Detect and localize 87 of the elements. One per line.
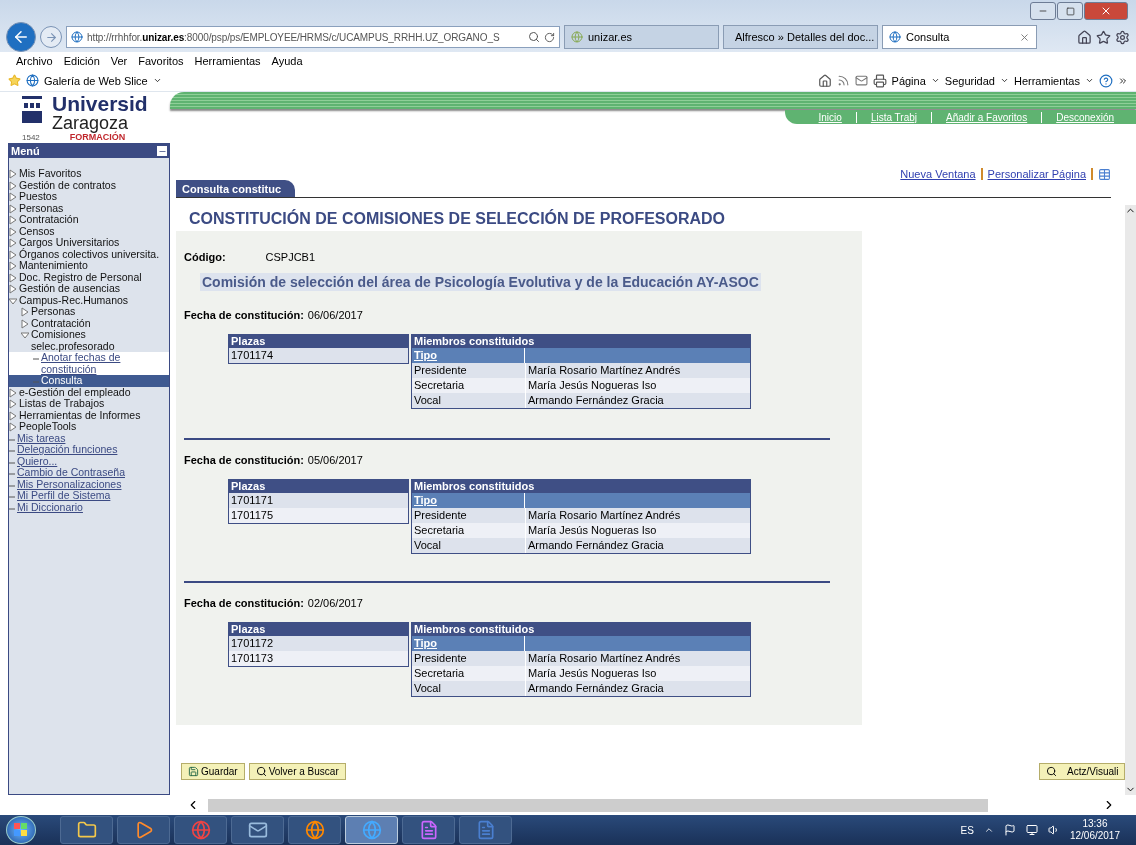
table-cell: María Jesús Nogueras Iso: [526, 523, 750, 539]
browser-tab[interactable]: Alfresco » Detalles del doc...: [723, 25, 878, 49]
city-text: Zaragoza: [52, 114, 130, 132]
menu-item[interactable]: Cargos Universitarios: [9, 237, 169, 249]
menu-title: Menú: [11, 145, 40, 157]
menu-item[interactable]: Gestión de ausencias: [9, 283, 169, 295]
menu-item[interactable]: Órganos colectivos universita.: [9, 248, 169, 260]
field-value: CSPJCB1: [265, 251, 316, 263]
field-value: 02/06/2017: [307, 596, 363, 609]
table-cell: María Rosario Martínez Andrés: [526, 363, 750, 378]
menu-item[interactable]: Personas: [9, 202, 169, 214]
menu-item[interactable]: Contratación: [9, 317, 169, 329]
column-header: Miembros constituidos: [412, 480, 750, 494]
browser-tab[interactable]: unizar.es: [564, 25, 719, 49]
year-text: 1542: [22, 132, 40, 142]
web-slice-link[interactable]: Galería de Web Slice: [44, 74, 148, 87]
menu-bar-item[interactable]: Archivo: [16, 55, 53, 67]
menu-link[interactable]: Mis Personalizaciones: [9, 478, 169, 490]
menu-link[interactable]: Mi Diccionario: [9, 501, 169, 513]
menu-item[interactable]: e-Gestión del empleado: [9, 386, 169, 398]
menu-item[interactable]: Puestos: [9, 191, 169, 203]
table-cell: 1701171: [229, 493, 408, 509]
menu-item[interactable]: Gestión de contratos: [9, 179, 169, 191]
page-link[interactable]: Personalizar Página: [980, 168, 1086, 180]
table-cell: Armando Fernández Gracia: [526, 538, 750, 554]
action-button[interactable]: Guardar: [181, 763, 245, 780]
menu-link[interactable]: Mi Perfil de Sistema: [9, 490, 169, 502]
page-link[interactable]: Nueva Ventana: [900, 168, 976, 180]
menu-item[interactable]: Herramientas de Informes: [9, 409, 169, 421]
table-cell: 1701174: [229, 348, 408, 363]
menu-link[interactable]: Cambio de Contraseña: [9, 467, 169, 479]
menu-item[interactable]: Listas de Trabajos: [9, 398, 169, 410]
table-cell: Armando Fernández Gracia: [526, 393, 750, 408]
column-header: Plazas: [229, 622, 408, 636]
column-header: Plazas: [229, 480, 408, 494]
table-cell: Secretaria: [412, 378, 526, 393]
column-header: Miembros constituidos: [412, 622, 750, 636]
brand-text: Universid: [52, 94, 148, 114]
page-title: CONSTITUCIÓN DE COMISIONES DE SELECCIÓN DE PROFESORADO: [189, 210, 727, 228]
clock[interactable]: 13:36 12/06/2017: [1069, 818, 1120, 842]
table-cell: Secretaria: [412, 523, 526, 539]
menu-link[interactable]: Quiero...: [9, 455, 169, 467]
menu-item[interactable]: Comisiones selec.profesorado: [9, 329, 169, 352]
column-header: Miembros constituidos: [412, 335, 750, 348]
command-menu[interactable]: Herramientas: [1013, 74, 1080, 87]
table-cell: 1701175: [229, 508, 408, 524]
field-label: Fecha de constitución:: [184, 454, 304, 467]
menu-link[interactable]: Delegación funciones: [9, 444, 169, 456]
menu-bar-item[interactable]: Edición: [63, 55, 100, 67]
field-value: 06/06/2017: [307, 309, 363, 321]
menu-item[interactable]: Contratación: [9, 214, 169, 226]
address-field[interactable]: http://rrhhfor.unizar.es:8000/psp/ps/EMPLOYEE/HRMS/c/UCAMPUS_RRHH.UZ_ORGANO_S: [66, 26, 560, 48]
menu-bar-item[interactable]: Herramientas: [194, 55, 261, 67]
menu-item[interactable]: PeopleTools: [9, 421, 169, 433]
committee-title: Comisión de selección del área de Psicología Evolutiva y de la Educación AY-ASOC: [200, 273, 761, 291]
menu-item[interactable]: Doc. Registro de Personal: [9, 271, 169, 283]
menu-item[interactable]: Personas: [9, 306, 169, 318]
browser-tab[interactable]: Consulta: [882, 25, 1037, 49]
url-text: http://rrhhfor.unizar.es:8000/psp/ps/EMPLOYEE/HRMS/c/UCAMPUS_RRHH.UZ_ORGANO_S: [87, 31, 500, 43]
command-menu[interactable]: Página: [891, 74, 926, 87]
menu-link[interactable]: Mis tareas: [9, 432, 169, 444]
field-label: Fecha de constitución:: [184, 309, 304, 321]
field-label: Fecha de constitución:: [184, 596, 304, 609]
command-menu[interactable]: Seguridad: [944, 74, 995, 87]
menu-item[interactable]: Campus-Rec.Humanos: [9, 294, 169, 306]
column-header: Plazas: [229, 335, 408, 348]
action-button[interactable]: Actz/Visuali: [1039, 763, 1125, 780]
table-cell: María Rosario Martínez Andrés: [526, 508, 750, 524]
field-label: Código:: [184, 251, 226, 263]
subtitle-text: FORMACIÓN: [69, 132, 126, 142]
menu-item[interactable]: Mantenimiento: [9, 260, 169, 272]
menu-bar-item[interactable]: Ver: [110, 55, 128, 67]
action-button[interactable]: Volver a Buscar: [248, 763, 346, 780]
field-value: 05/06/2017: [307, 454, 363, 467]
menu-link[interactable]: Consulta: [9, 375, 169, 387]
menu-bar-item[interactable]: Favoritos: [138, 55, 184, 67]
menu-link[interactable]: Anotar fechas de constitución: [9, 352, 169, 375]
table-cell: Vocal: [412, 538, 526, 554]
table-cell: María Jesús Nogueras Iso: [526, 378, 750, 393]
page-tab[interactable]: Consulta constituc: [176, 180, 295, 197]
table-cell: Vocal: [412, 393, 526, 408]
table-cell: Presidente: [412, 508, 526, 524]
language-indicator[interactable]: ES: [960, 824, 974, 836]
menu-item[interactable]: Mis Favoritos: [9, 168, 169, 180]
table-cell: Presidente: [412, 363, 526, 378]
menu-item[interactable]: Censos: [9, 225, 169, 237]
menu-bar-item[interactable]: Ayuda: [271, 55, 303, 67]
